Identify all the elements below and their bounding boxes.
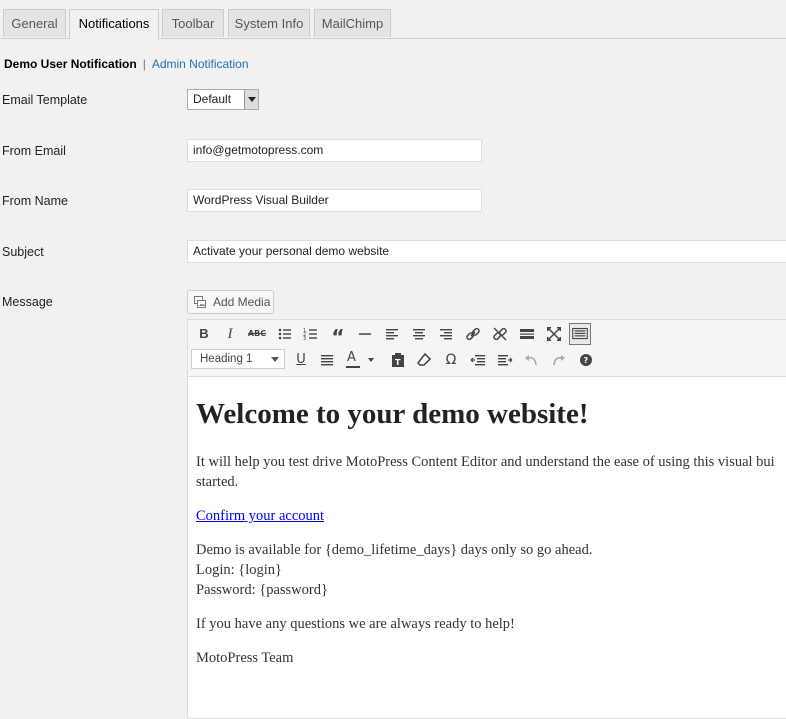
chevron-down-icon <box>244 90 258 109</box>
content-paragraph-line: It will help you test drive MotoPress Co… <box>196 454 775 470</box>
format-select[interactable]: Heading 1 <box>191 349 285 369</box>
settings-tabs: General Notifications Toolbar System Inf… <box>0 0 786 39</box>
tab-label: Notifications <box>78 16 150 31</box>
fullscreen-icon[interactable] <box>543 323 565 345</box>
subnav-separator: | <box>142 57 146 71</box>
help-icon[interactable]: ? <box>575 349 597 371</box>
svg-text:3: 3 <box>303 336 306 342</box>
align-center-icon[interactable] <box>408 323 430 345</box>
redo-icon[interactable] <box>547 349 569 371</box>
link-icon[interactable] <box>462 323 484 345</box>
add-media-label: Add Media <box>213 295 271 309</box>
tab-mailchimp[interactable]: MailChimp <box>314 9 391 37</box>
media-icon <box>194 296 206 308</box>
editor-toolbar: B I ABC 123 “ Heading 1 U A T Ω ? <box>188 320 786 377</box>
indent-icon[interactable] <box>494 349 516 371</box>
email-template-select[interactable]: Default <box>187 89 259 110</box>
message-editor: B I ABC 123 “ Heading 1 U A T Ω ? Welcom… <box>187 319 786 719</box>
tab-general[interactable]: General <box>3 9 66 37</box>
from-email-field[interactable]: info@getmotopress.com <box>187 139 482 162</box>
email-template-label: Email Template <box>2 93 88 107</box>
tab-toolbar[interactable]: Toolbar <box>162 9 224 37</box>
tab-label: General <box>11 16 58 31</box>
special-character-icon[interactable]: Ω <box>440 349 462 371</box>
content-questions-line: If you have any questions we are always … <box>196 616 515 632</box>
numbered-list-icon[interactable]: 123 <box>300 323 322 345</box>
bullet-list-icon[interactable] <box>274 323 296 345</box>
toolbar-toggle-icon[interactable] <box>569 323 591 345</box>
content-signature: MotoPress Team <box>196 650 294 666</box>
svg-text:?: ? <box>584 356 589 365</box>
underline-icon[interactable]: U <box>290 349 312 371</box>
tab-label: MailChimp <box>321 16 384 31</box>
tab-label: System Info <box>234 16 304 31</box>
tab-label: Toolbar <box>171 16 215 31</box>
blockquote-icon[interactable]: “ <box>327 323 349 349</box>
strikethrough-icon[interactable]: ABC <box>246 323 268 345</box>
clear-formatting-icon[interactable] <box>413 349 435 371</box>
text-color-icon[interactable]: A <box>344 349 376 371</box>
svg-text:T: T <box>395 358 401 367</box>
subnav-admin-notification-link[interactable]: Admin Notification <box>152 57 249 71</box>
content-demo-line: Demo is available for {demo_lifetime_day… <box>196 542 593 558</box>
subject-field[interactable]: Activate your personal demo website <box>187 240 786 263</box>
content-heading: Welcome to your demo website! <box>196 398 589 430</box>
add-media-button[interactable]: Add Media <box>187 290 274 314</box>
notification-subnav: Demo User Notification | Admin Notificatio… <box>4 57 249 71</box>
justify-icon[interactable] <box>316 349 338 371</box>
email-template-value: Default <box>193 92 232 106</box>
outdent-icon[interactable] <box>467 349 489 371</box>
align-right-icon[interactable] <box>435 323 457 345</box>
chevron-down-icon <box>271 357 279 362</box>
from-name-label: From Name <box>2 194 68 208</box>
subject-label: Subject <box>2 245 44 259</box>
subnav-current: Demo User Notification <box>4 57 137 71</box>
content-paragraph-line: started. <box>196 474 239 490</box>
from-name-field[interactable]: WordPress Visual Builder <box>187 189 482 212</box>
horizontal-rule-icon[interactable] <box>354 323 376 345</box>
bold-icon[interactable]: B <box>193 323 215 345</box>
italic-icon[interactable]: I <box>219 323 241 345</box>
tab-system-info[interactable]: System Info <box>228 9 310 37</box>
confirm-account-link[interactable]: Confirm your account <box>196 508 324 524</box>
paste-text-icon[interactable]: T <box>387 349 409 371</box>
message-label: Message <box>2 295 53 309</box>
tab-notifications[interactable]: Notifications <box>69 9 159 39</box>
undo-icon[interactable] <box>521 349 543 371</box>
format-select-value: Heading 1 <box>200 353 253 365</box>
unlink-icon[interactable] <box>489 323 511 345</box>
content-login-line: Login: {login} <box>196 562 283 578</box>
from-email-label: From Email <box>2 144 66 158</box>
content-password-line: Password: {password} <box>196 582 328 598</box>
read-more-icon[interactable] <box>516 323 538 345</box>
align-left-icon[interactable] <box>381 323 403 345</box>
